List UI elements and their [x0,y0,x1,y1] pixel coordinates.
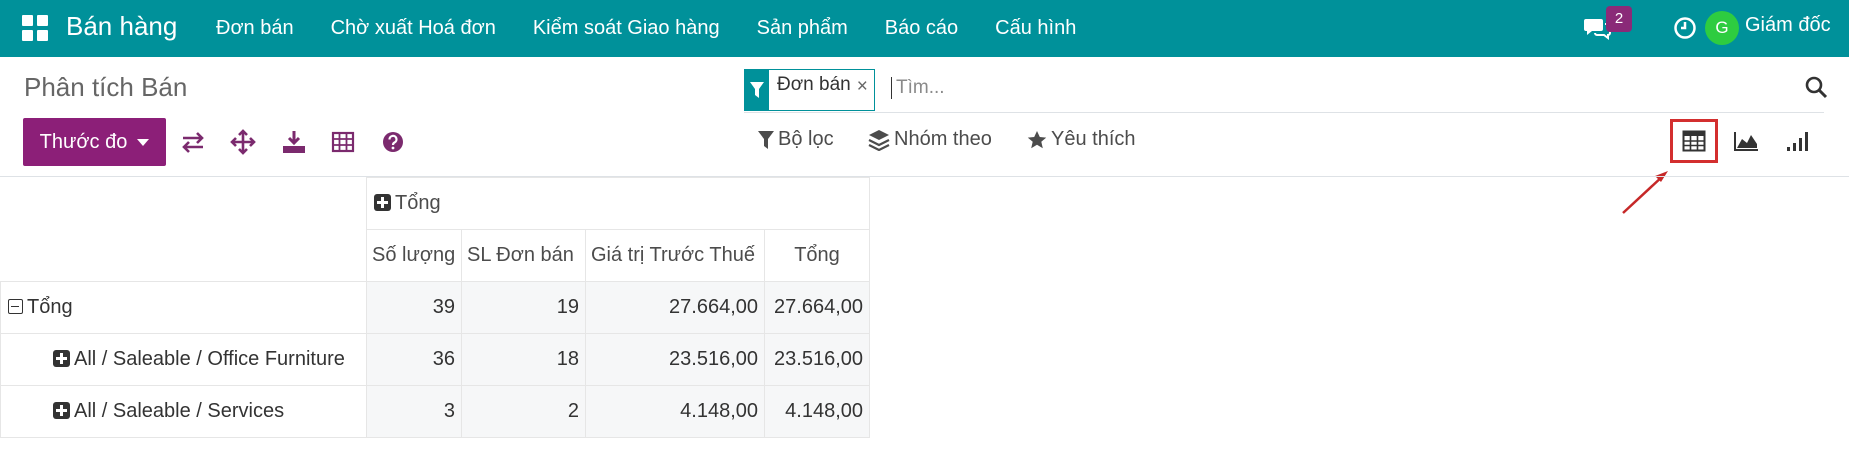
favorites-dropdown[interactable]: Yêu thích [1027,128,1136,151]
filters-label: Bộ lọc [778,128,834,150]
filter-icon [758,130,774,149]
menu-item-to-invoice[interactable]: Chờ xuất Hoá đơn [331,17,496,40]
measure-header-untaxed-total[interactable]: Giá trị Trước Thuế [585,229,765,282]
page-title: Phân tích Bán [24,72,188,102]
main-menu: Đơn bán Chờ xuất Hoá đơn Kiểm soát Giao … [216,0,1113,57]
cell-untaxed-total[interactable]: 4.148,00 [585,385,765,438]
search-input[interactable] [891,77,1691,99]
menu-item-reporting[interactable]: Báo cáo [885,17,958,40]
expand-icon [53,350,70,367]
cell-quantity[interactable]: 3 [366,385,462,438]
cell-quantity[interactable]: 39 [366,281,462,334]
activity-clock-icon[interactable] [1673,16,1697,40]
row-header-label: All / Saleable / Services [74,400,285,422]
pivot-view-icon [1682,130,1706,152]
cell-order-count[interactable]: 2 [461,385,586,438]
app-name[interactable]: Bán hàng [66,11,177,42]
menu-item-sales-orders[interactable]: Đơn bán [216,17,294,40]
caret-down-icon [137,138,150,146]
filter-icon [745,70,769,110]
group-by-label: Nhóm theo [894,128,992,150]
top-navbar: Bán hàng Đơn bán Chờ xuất Hoá đơn Kiểm s… [0,0,1849,57]
messages-badge[interactable]: 2 [1606,6,1632,32]
remove-facet-icon[interactable]: × [857,70,874,110]
cell-untaxed-total[interactable]: 23.516,00 [585,333,765,386]
pivot-table: Tổng Số lượng SL Đơn bán Giá trị Trước T… [0,177,870,438]
pivot-col-header-total[interactable]: Tổng [366,177,870,230]
measures-button[interactable]: Thước đo [23,118,166,166]
row-header-label: Tổng [27,296,73,318]
user-avatar[interactable]: G [1705,11,1739,45]
row-header-services[interactable]: All / Saleable / Services [0,385,367,438]
filters-dropdown[interactable]: Bộ lọc [758,128,834,151]
area-chart-icon [1734,132,1758,151]
graph-view-button[interactable] [1722,119,1770,163]
annotation-arrow [1622,171,1668,214]
search-icon[interactable] [1804,75,1828,99]
layers-icon [868,129,890,151]
pivot-row-office-furniture: All / Saleable / Office Furniture 36 18 … [0,333,870,386]
download-icon[interactable] [281,129,307,155]
expand-all-icon[interactable] [230,129,256,155]
row-header-office-furniture[interactable]: All / Saleable / Office Furniture [0,333,367,386]
cell-total[interactable]: 23.516,00 [764,333,870,386]
flip-axis-icon[interactable] [180,129,206,155]
collapse-icon [8,299,23,314]
cell-order-count[interactable]: 19 [461,281,586,334]
measures-button-label: Thước đo [39,130,128,153]
cell-total[interactable]: 27.664,00 [764,281,870,334]
apps-menu-icon[interactable] [22,15,48,41]
measure-header-quantity[interactable]: Số lượng [366,229,462,282]
cell-order-count[interactable]: 18 [461,333,586,386]
pivot-row-total: Tổng 39 19 27.664,00 27.664,00 [0,281,870,334]
favorites-label: Yêu thích [1051,128,1136,150]
measure-header-total[interactable]: Tổng [764,229,870,282]
bar-view-button[interactable] [1774,119,1822,163]
cell-quantity[interactable]: 36 [366,333,462,386]
row-header-label: All / Saleable / Office Furniture [74,348,345,370]
measure-header-order-count[interactable]: SL Đơn bán [461,229,586,282]
help-icon[interactable] [380,129,406,155]
table-icon[interactable] [330,129,356,155]
row-header-total[interactable]: Tổng [0,281,367,334]
expand-icon [53,402,70,419]
expand-icon [374,194,391,211]
search-facet-label: Đơn bán [777,74,851,95]
pivot-view-button[interactable] [1670,119,1718,163]
signal-bars-icon [1787,132,1808,151]
cell-untaxed-total[interactable]: 27.664,00 [585,281,765,334]
pivot-row-services: All / Saleable / Services 3 2 4.148,00 4… [0,385,870,438]
pivot-col-header-label: Tổng [395,192,441,214]
menu-item-delivery-control[interactable]: Kiểm soát Giao hàng [533,17,720,40]
user-menu[interactable]: Giám đốc [1745,14,1831,37]
pivot-corner [0,177,367,282]
cell-total[interactable]: 4.148,00 [764,385,870,438]
group-by-dropdown[interactable]: Nhóm theo [868,128,992,151]
star-icon [1027,130,1047,148]
search-facet: Đơn bán × [744,69,875,111]
menu-item-configuration[interactable]: Cấu hình [995,17,1076,40]
menu-item-products[interactable]: Sản phẩm [757,17,848,40]
search-bar: Đơn bán × [744,69,1828,113]
